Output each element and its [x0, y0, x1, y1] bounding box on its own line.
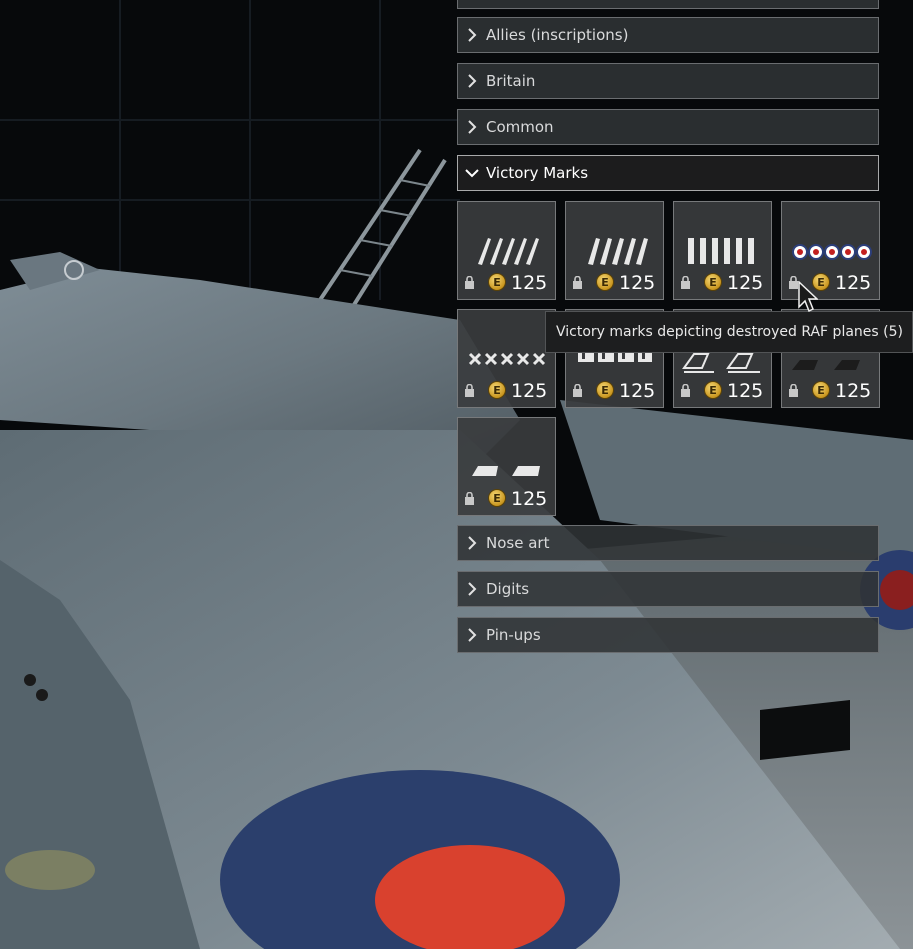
lock-icon: [465, 384, 474, 397]
category-nose-art[interactable]: Nose art: [457, 525, 879, 561]
eagle-coin-icon: E: [596, 381, 614, 399]
decal-price: 125: [619, 272, 656, 294]
lock-icon: [681, 384, 690, 397]
victory-marks-icon: [588, 238, 648, 265]
category-allies-inscriptions[interactable]: Allies (inscriptions): [457, 17, 879, 53]
category-pin-ups[interactable]: Pin-ups: [457, 617, 879, 653]
decal-price: 125: [511, 272, 548, 294]
decal-tile[interactable]: E 125: [457, 417, 556, 516]
category-britain[interactable]: Britain: [457, 63, 879, 99]
decal-price: 125: [511, 380, 548, 402]
decal-price: 125: [727, 380, 764, 402]
chevron-right-icon: [458, 28, 486, 42]
category-common[interactable]: Common: [457, 109, 879, 145]
category-label: Victory Marks: [486, 164, 589, 182]
chevron-right-icon: [458, 536, 486, 550]
victory-marks-icon: [478, 238, 539, 265]
chevron-right-icon: [458, 120, 486, 134]
lock-icon: [465, 492, 474, 505]
decal-price: 125: [511, 488, 548, 510]
decal-tile[interactable]: E 125: [457, 201, 556, 300]
mouse-cursor-icon: [798, 281, 818, 313]
decal-price: 125: [835, 272, 872, 294]
chevron-right-icon: [458, 582, 486, 596]
chevron-down-icon: [458, 168, 486, 178]
category-label: Nose art: [486, 534, 550, 552]
eagle-coin-icon: E: [488, 381, 506, 399]
decal-tooltip: Victory marks depicting destroyed RAF pl…: [545, 311, 913, 353]
victory-marks-icon: [472, 466, 540, 476]
category-label: Allies (inscriptions): [486, 26, 629, 44]
category-digits[interactable]: Digits: [457, 571, 879, 607]
category-header-partial[interactable]: [457, 0, 879, 9]
tooltip-text: Victory marks depicting destroyed RAF pl…: [556, 324, 903, 340]
category-label: Pin-ups: [486, 626, 541, 644]
decal-price: 125: [619, 380, 656, 402]
lock-icon: [465, 276, 474, 289]
eagle-coin-icon: E: [488, 489, 506, 507]
decal-tile[interactable]: E 125: [781, 201, 880, 300]
chevron-right-icon: [458, 74, 486, 88]
decal-tile[interactable]: E 125: [457, 309, 556, 408]
category-label: Britain: [486, 72, 536, 90]
decal-tile[interactable]: E 125: [565, 201, 664, 300]
eagle-coin-icon: E: [488, 273, 506, 291]
lock-icon: [573, 384, 582, 397]
eagle-coin-icon: E: [596, 273, 614, 291]
lock-icon: [789, 384, 798, 397]
category-label: Common: [486, 118, 554, 136]
victory-marks-icon: [468, 352, 546, 366]
decal-price: 125: [835, 380, 872, 402]
lock-icon: [573, 276, 582, 289]
victory-marks-icon: [688, 238, 754, 264]
decal-price: 125: [727, 272, 764, 294]
eagle-coin-icon: E: [704, 273, 722, 291]
decal-tile[interactable]: E 125: [673, 201, 772, 300]
raf-roundel-marks-icon: [792, 244, 872, 260]
category-label: Digits: [486, 580, 530, 598]
eagle-coin-icon: E: [812, 381, 830, 399]
eagle-coin-icon: E: [704, 381, 722, 399]
chevron-right-icon: [458, 628, 486, 642]
lock-icon: [681, 276, 690, 289]
category-victory-marks[interactable]: Victory Marks: [457, 155, 879, 191]
